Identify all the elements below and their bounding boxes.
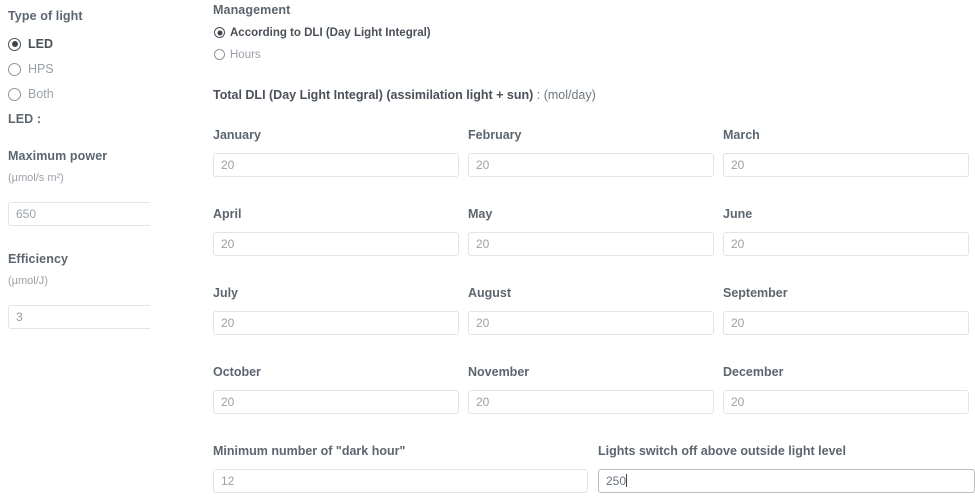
management-title: Management bbox=[213, 3, 291, 17]
month-label: December bbox=[723, 365, 784, 379]
month-label: August bbox=[468, 286, 512, 300]
sidebar-light-type-panel: Type of light LED HPS Both LED : Maximum… bbox=[0, 0, 150, 500]
month-field-september: September bbox=[723, 286, 969, 335]
month-field-november: November bbox=[468, 365, 714, 414]
maximum-power-input[interactable] bbox=[8, 202, 150, 226]
month-input[interactable] bbox=[723, 153, 969, 177]
radio-hours-icon[interactable] bbox=[214, 49, 225, 60]
month-label: April bbox=[213, 207, 242, 221]
month-field-june: June bbox=[723, 207, 969, 256]
lights-switch-off-input[interactable]: 250 bbox=[598, 469, 975, 493]
month-field-july: July bbox=[213, 286, 459, 335]
radio-option-dli-label: According to DLI (Day Light Integral) bbox=[230, 26, 431, 39]
radio-option-both[interactable]: Both bbox=[8, 86, 54, 102]
month-label: July bbox=[213, 286, 239, 300]
radio-option-hours[interactable]: Hours bbox=[214, 47, 261, 62]
dark-hour-field: Minimum number of "dark hour" bbox=[213, 444, 588, 493]
month-input[interactable] bbox=[468, 311, 714, 335]
month-input[interactable] bbox=[213, 232, 459, 256]
month-label: June bbox=[723, 207, 753, 221]
main-content: Management According to DLI (Day Light I… bbox=[213, 0, 975, 500]
efficiency-input[interactable] bbox=[8, 305, 150, 329]
lights-switch-off-field: Lights switch off above outside light le… bbox=[598, 444, 975, 493]
radio-led-icon[interactable] bbox=[8, 37, 21, 51]
light-settings-form: Type of light LED HPS Both LED : Maximum… bbox=[0, 0, 975, 500]
month-label: September bbox=[723, 286, 788, 300]
month-field-april: April bbox=[213, 207, 459, 256]
month-field-may: May bbox=[468, 207, 714, 256]
month-label: February bbox=[468, 128, 522, 142]
type-of-light-title: Type of light bbox=[8, 9, 83, 23]
dark-hour-input[interactable] bbox=[213, 469, 588, 493]
month-input[interactable] bbox=[468, 390, 714, 414]
month-field-january: January bbox=[213, 128, 459, 177]
radio-option-both-label: Both bbox=[28, 87, 54, 101]
radio-both-icon[interactable] bbox=[8, 87, 21, 101]
radio-dli-icon[interactable] bbox=[214, 27, 225, 38]
month-input[interactable] bbox=[213, 390, 459, 414]
radio-option-according-to-dli[interactable]: According to DLI (Day Light Integral) bbox=[214, 25, 431, 40]
radio-option-hours-label: Hours bbox=[230, 48, 261, 61]
month-label: March bbox=[723, 128, 760, 142]
month-label: May bbox=[468, 207, 493, 221]
radio-option-hps[interactable]: HPS bbox=[8, 61, 54, 77]
month-input[interactable] bbox=[723, 390, 969, 414]
month-label: October bbox=[213, 365, 261, 379]
month-input[interactable] bbox=[723, 232, 969, 256]
efficiency-unit: (µmol/J) bbox=[8, 275, 48, 287]
month-input[interactable] bbox=[468, 153, 714, 177]
dark-hour-label: Minimum number of "dark hour" bbox=[213, 444, 406, 458]
month-label: January bbox=[213, 128, 261, 142]
maximum-power-unit: (µmol/s m²) bbox=[8, 172, 64, 184]
efficiency-label: Efficiency bbox=[8, 252, 69, 266]
month-input[interactable] bbox=[468, 232, 714, 256]
radio-option-led-label: LED bbox=[28, 37, 53, 51]
total-dli-heading-unit: : (mol/day) bbox=[533, 88, 596, 102]
lights-switch-off-value: 250 bbox=[606, 474, 627, 488]
month-field-december: December bbox=[723, 365, 969, 414]
month-field-october: October bbox=[213, 365, 459, 414]
total-dli-heading: Total DLI (Day Light Integral) (assimila… bbox=[213, 87, 596, 103]
maximum-power-label: Maximum power bbox=[8, 149, 108, 163]
text-caret bbox=[626, 474, 628, 487]
radio-option-led[interactable]: LED bbox=[8, 36, 53, 52]
selected-light-section-title: LED : bbox=[8, 112, 42, 126]
lights-switch-off-label: Lights switch off above outside light le… bbox=[598, 444, 846, 458]
month-field-august: August bbox=[468, 286, 714, 335]
total-dli-heading-bold: Total DLI (Day Light Integral) (assimila… bbox=[213, 88, 534, 102]
month-label: November bbox=[468, 365, 530, 379]
month-input[interactable] bbox=[213, 311, 459, 335]
month-field-march: March bbox=[723, 128, 969, 177]
radio-option-hps-label: HPS bbox=[28, 62, 54, 76]
month-input[interactable] bbox=[213, 153, 459, 177]
month-field-february: February bbox=[468, 128, 714, 177]
radio-hps-icon[interactable] bbox=[8, 62, 21, 76]
month-input[interactable] bbox=[723, 311, 969, 335]
